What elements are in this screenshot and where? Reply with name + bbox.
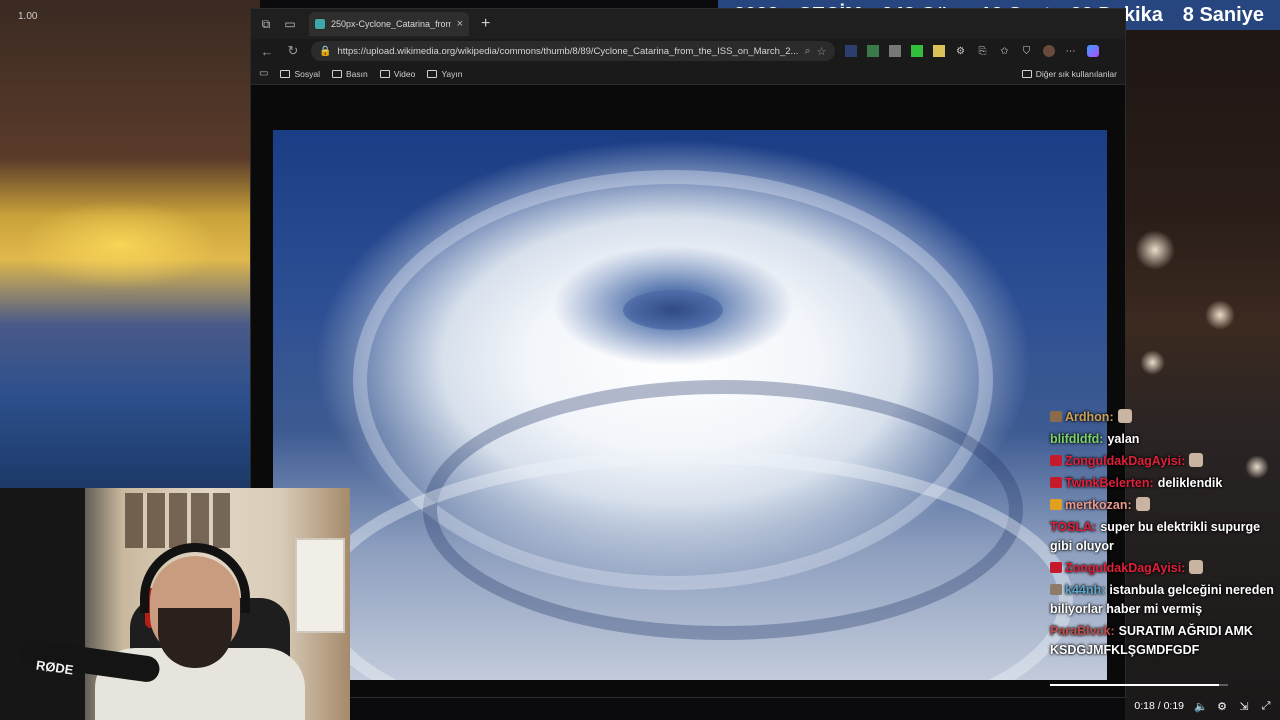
tab-actions-icon[interactable]: ▭ (281, 15, 299, 33)
chat-message: ParaBlvck: SURATIM AĞRIDI AMK KSDGJMFKLŞG… (1050, 622, 1278, 660)
new-tab-button[interactable]: + (481, 15, 490, 33)
favorite-star-icon[interactable]: ☆ (817, 45, 827, 58)
bookmarks-bar: ▭ Sosyal Basın Video Yayın Diğer sık kul… (251, 63, 1125, 85)
chat-overlay: Ardhon: blifdldfd: yalan ZonguldakDagAyisi:… (1050, 408, 1278, 663)
stream-frame: 1.00 2028 SEÇİM 943 Gün 19 Saat 22 Dakik… (0, 0, 1280, 720)
lock-icon[interactable]: 🔒 (319, 46, 331, 57)
countdown-seconds: 8 Saniye (1182, 3, 1264, 26)
playback-speed-label: 1.00 (18, 11, 38, 22)
refresh-icon[interactable]: ↻ (285, 43, 301, 59)
extension-icon[interactable] (844, 45, 857, 57)
extension-icon[interactable] (910, 45, 923, 57)
chat-message: ZonguldakDagAyisi: (1050, 452, 1278, 471)
tab-title: 250px-Cyclone_Catarina_from_the_ISS_on_M… (331, 19, 451, 29)
address-bar[interactable]: 🔒 https://upload.wikimedia.org/wikipedia… (311, 41, 835, 61)
chat-separator: : (1181, 454, 1186, 468)
chat-separator: : (1101, 583, 1106, 597)
chat-separator: : (1127, 498, 1132, 512)
bookmark-reader-icon[interactable]: ▭ (259, 68, 268, 79)
tab-bar: ⧉ ▭ 250px-Cyclone_Catarina_from_the_ISS_… (251, 9, 1125, 39)
headphones (140, 543, 250, 613)
chat-emote-icon (1135, 497, 1150, 511)
chat-username[interactable]: k44nh (1065, 583, 1101, 597)
chat-emote-icon (1117, 409, 1132, 423)
chat-separator: : (1109, 410, 1114, 424)
chat-message: TwinkBelerten: deliklendik (1050, 474, 1278, 493)
copilot-icon[interactable] (1086, 45, 1099, 57)
chat-badge-icon (1050, 477, 1062, 488)
shield-icon[interactable]: ⛉ (1021, 45, 1033, 57)
volume-icon[interactable]: 🔈 (1194, 700, 1208, 713)
extension-icon[interactable] (866, 45, 879, 57)
chat-message: TOSLA: super bu elektrikli supurge gibi o… (1050, 518, 1278, 556)
more-menu-icon[interactable]: ⋯ (1065, 45, 1077, 57)
video-time: 0:18 / 0:19 (1134, 700, 1184, 712)
split-screen-icon[interactable]: ⎘ (977, 45, 989, 57)
folder-icon (331, 69, 342, 78)
chat-username[interactable]: TwinkBelerten (1065, 476, 1150, 490)
folder-icon (1021, 69, 1032, 78)
settings-gear-icon[interactable]: ⚙ (1216, 700, 1228, 713)
bookmark-folder-yayin[interactable]: Yayın (427, 69, 462, 79)
extension-icon[interactable] (932, 45, 945, 57)
folder-icon (280, 69, 291, 78)
player-controls: 0:18 / 0:19 🔈 ⚙ ⇲ ⤢ (1128, 696, 1278, 716)
chat-separator: : (1181, 561, 1186, 575)
chat-username[interactable]: ParaBlvck (1050, 624, 1110, 638)
extensions-bar: ⚙ ⎘ ✩ ⛉ ⋯ (844, 45, 1099, 57)
chat-username[interactable]: ZonguldakDagAyisi (1065, 561, 1181, 575)
chat-emote-icon (1189, 453, 1204, 467)
favorites-icon[interactable]: ✩ (999, 45, 1011, 57)
chat-badge-icon (1050, 455, 1062, 466)
chat-separator: : (1099, 432, 1104, 446)
webcam-overlay: RØDE (0, 488, 350, 720)
chat-badge-icon (1050, 584, 1062, 595)
cyclone-eye (623, 290, 723, 330)
back-icon[interactable]: ← (259, 44, 275, 59)
avatar[interactable] (1042, 45, 1055, 57)
chat-badge-icon (1050, 562, 1062, 573)
chat-separator: : (1092, 520, 1097, 534)
chat-badge-icon (1050, 499, 1062, 510)
chat-text: deliklendik (1157, 476, 1223, 490)
bookmark-folder-video[interactable]: Video (379, 69, 415, 79)
workspaces-icon[interactable]: ⧉ (257, 15, 275, 33)
chat-username[interactable]: ZonguldakDagAyisi (1065, 454, 1181, 468)
bookmark-folder-basin[interactable]: Basın (331, 69, 368, 79)
url-text[interactable]: https://upload.wikimedia.org/wikipedia/c… (337, 46, 798, 57)
video-progress-fill (1050, 684, 1219, 686)
fullscreen-icon[interactable]: ⤢ (1260, 700, 1272, 713)
browser-window: ⧉ ▭ 250px-Cyclone_Catarina_from_the_ISS_… (250, 8, 1126, 698)
miniplayer-icon[interactable]: ⇲ (1238, 700, 1250, 713)
chat-username[interactable]: Ardhon (1065, 410, 1109, 424)
chat-username[interactable]: TOSLA (1050, 520, 1092, 534)
chat-separator: : (1110, 624, 1115, 638)
video-progress-bar[interactable] (1050, 684, 1228, 686)
chat-message: mertkozan: (1050, 496, 1278, 515)
chat-badge-icon (1050, 411, 1062, 422)
extension-icon[interactable] (888, 45, 901, 57)
extensions-puzzle-icon[interactable]: ⚙ (955, 45, 967, 57)
folder-icon (379, 69, 390, 78)
chat-message: Ardhon: (1050, 408, 1278, 427)
chat-message: blifdldfd: yalan (1050, 430, 1278, 449)
chat-username[interactable]: mertkozan (1065, 498, 1128, 512)
bookmark-folder-sosyal[interactable]: Sosyal (280, 69, 320, 79)
cyclone-image (273, 130, 1107, 680)
address-toolbar: ← ↻ 🔒 https://upload.wikimedia.org/wikip… (251, 39, 1125, 63)
chat-separator: : (1149, 476, 1154, 490)
chat-username[interactable]: blifdldfd (1050, 432, 1099, 446)
chat-text: yalan (1107, 432, 1140, 446)
folder-icon (427, 69, 438, 78)
chat-message: ZonguldakDagAyisi: (1050, 559, 1278, 578)
zoom-icon[interactable]: ⌕ (804, 45, 810, 58)
chat-emote-icon (1189, 560, 1204, 574)
other-bookmarks[interactable]: Diğer sık kullanılanlar (1021, 69, 1117, 79)
wikimedia-favicon-icon (315, 19, 325, 29)
chat-message: k44nh: istanbula gelceğini nereden biliyo… (1050, 581, 1278, 619)
tab-active[interactable]: 250px-Cyclone_Catarina_from_the_ISS_on_M… (309, 12, 469, 36)
close-tab-icon[interactable]: × (457, 18, 463, 30)
